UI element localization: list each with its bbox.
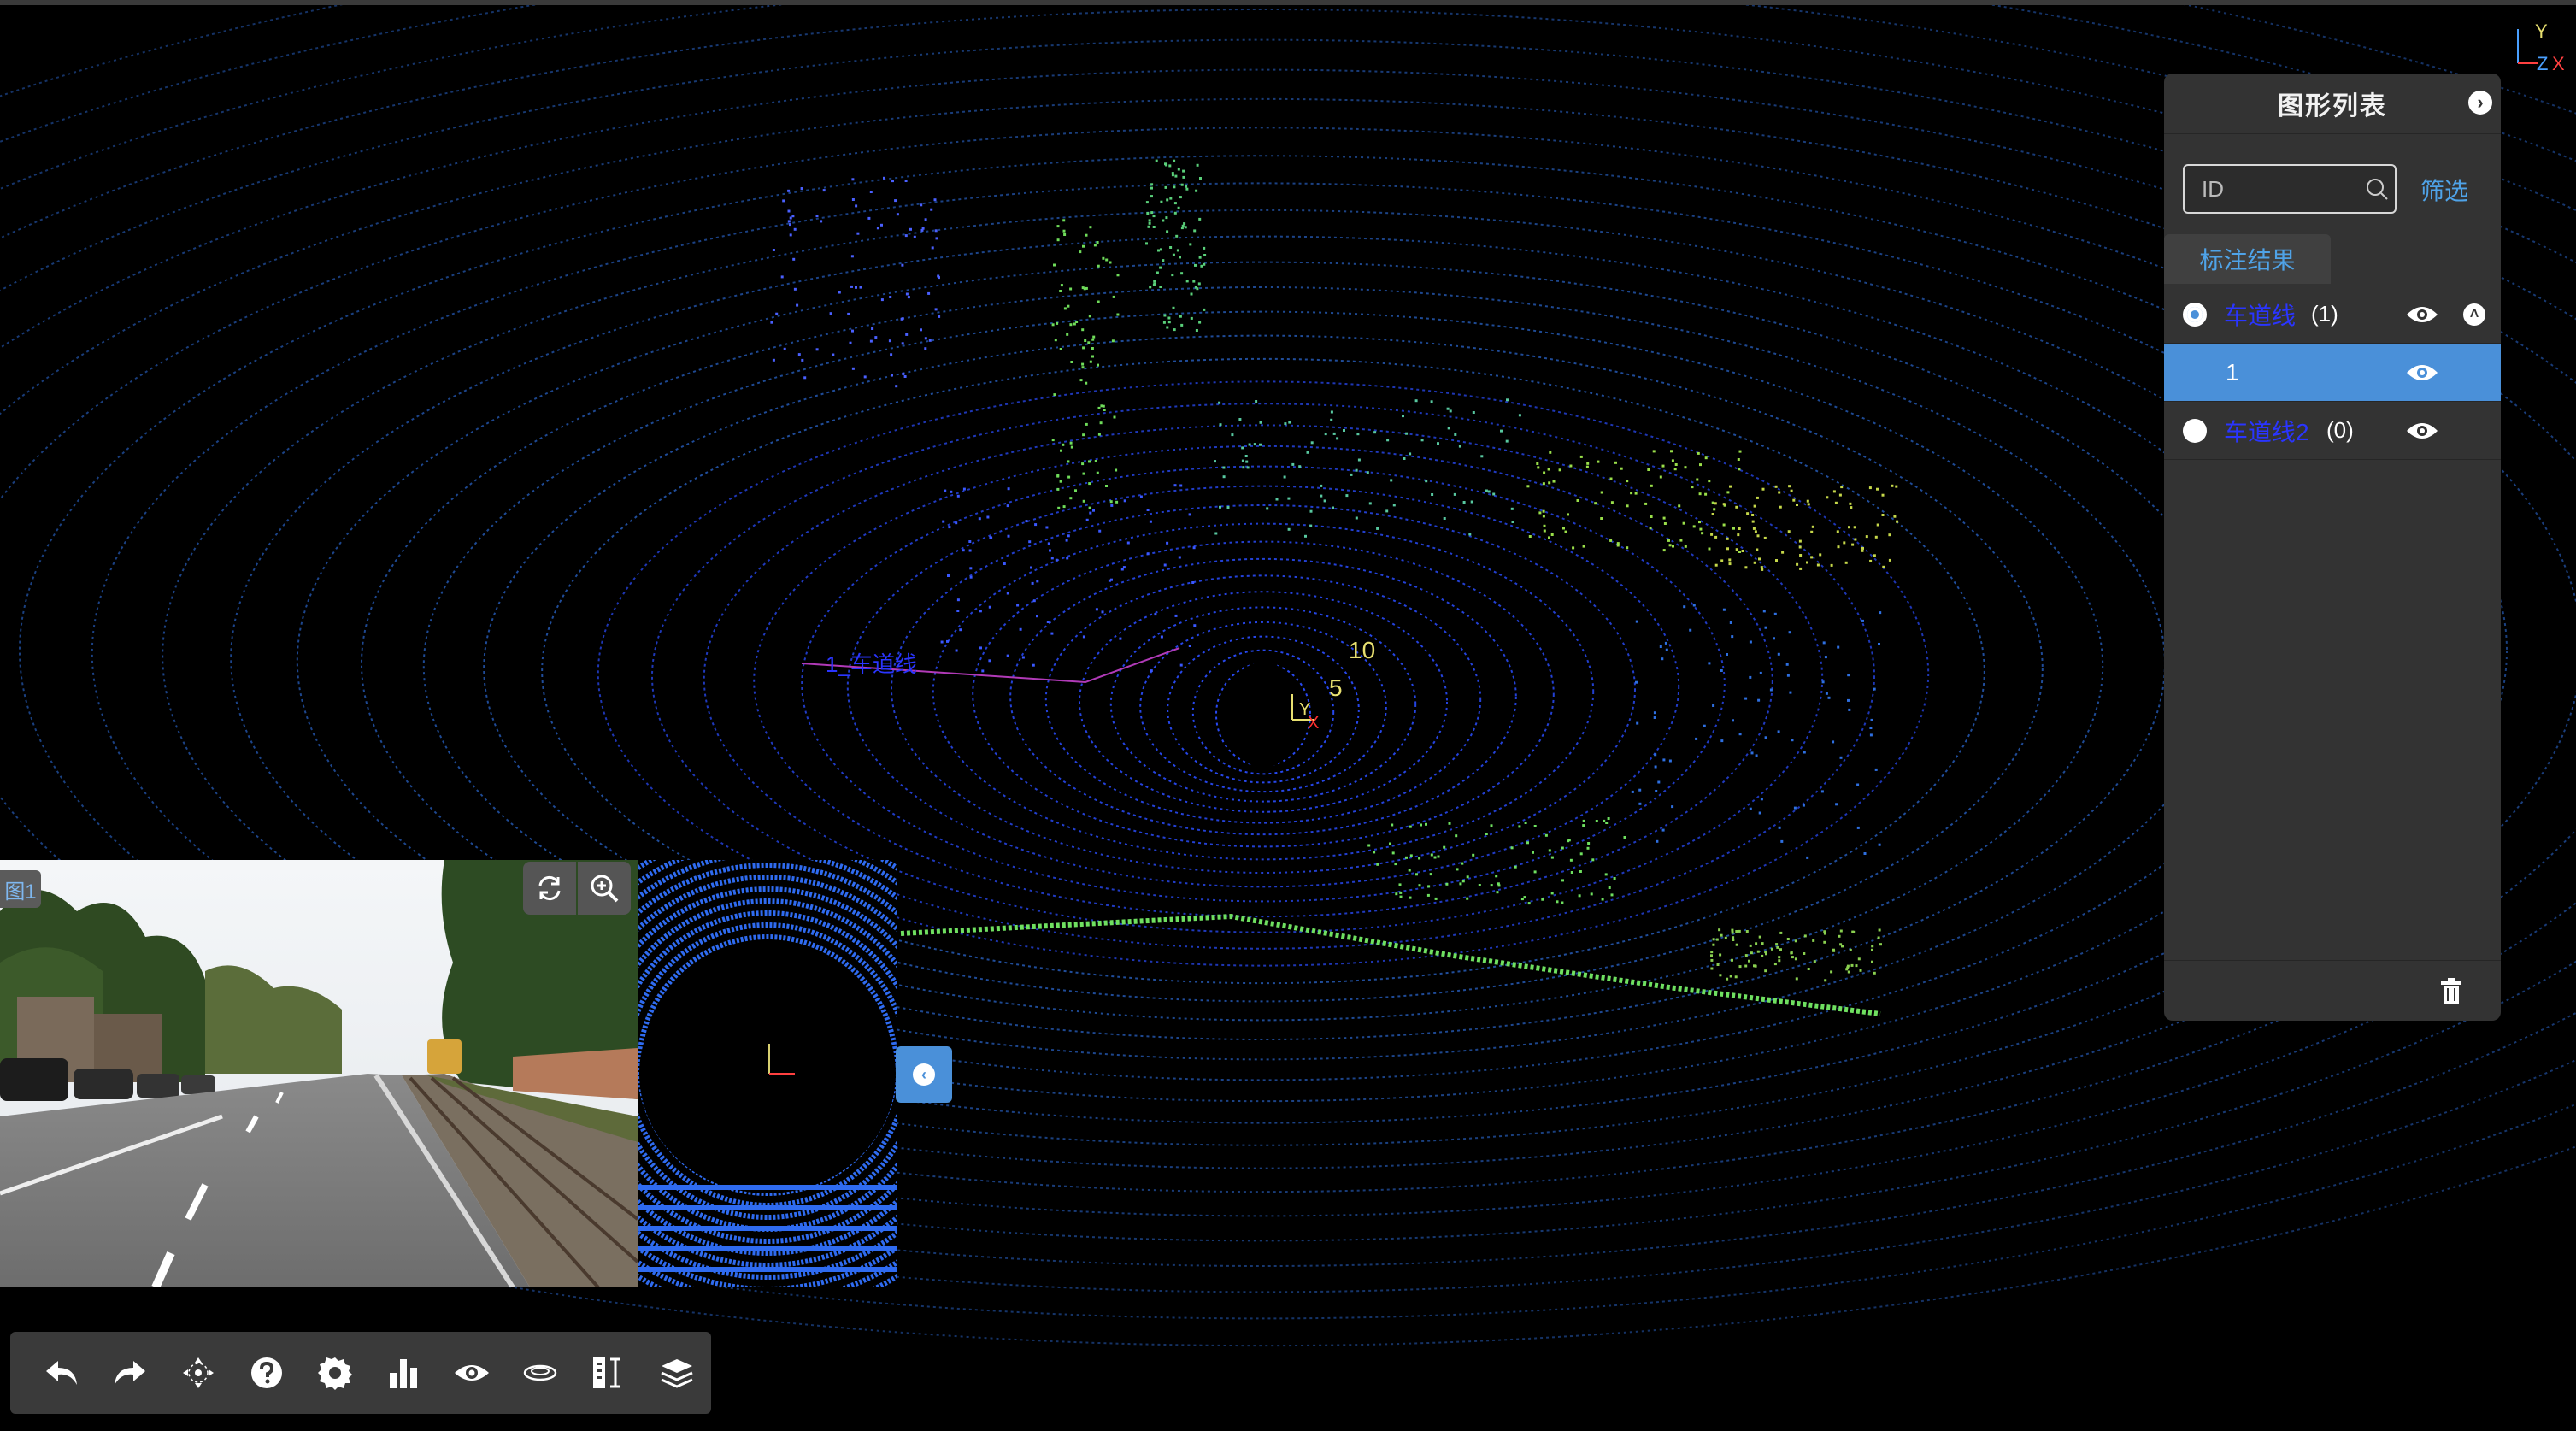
zoom-image-button[interactable] <box>578 862 631 915</box>
panel-footer <box>2164 960 2501 1021</box>
trash-icon[interactable] <box>2438 976 2465 1005</box>
statistics-button[interactable] <box>369 1339 438 1407</box>
settings-button[interactable] <box>301 1339 369 1407</box>
top-view-panel[interactable] <box>638 860 897 1287</box>
axis-z-label: Z <box>2537 53 2549 74</box>
ruler-icon <box>593 1357 620 1388</box>
category-count: (0) <box>2326 417 2354 443</box>
panel-collapse-button[interactable]: › <box>2468 91 2492 115</box>
lidar-points <box>770 159 1899 982</box>
eye-icon <box>455 1365 489 1381</box>
help-icon <box>251 1357 282 1388</box>
ego-vehicle-blank <box>1226 662 1301 768</box>
search-icon[interactable] <box>2364 176 2390 202</box>
lane-annotation-label[interactable]: 1_车道线 <box>826 651 917 677</box>
rotate-icon <box>538 875 561 901</box>
ring-icon <box>523 1364 557 1381</box>
category-radio[interactable] <box>2183 418 2207 443</box>
undo-button[interactable] <box>27 1339 96 1407</box>
settings-icon <box>318 1357 352 1390</box>
chart-icon <box>390 1359 417 1388</box>
collapse-side-button[interactable]: ‹ <box>896 1046 952 1103</box>
category-row-lane[interactable]: 车道线 (1) ˄ <box>2164 286 2501 344</box>
top-view-canvas <box>638 860 897 1287</box>
search-row: ID 筛选 <box>2183 164 2491 215</box>
camera-label: 图1 <box>0 870 41 908</box>
undo-icon <box>46 1361 77 1385</box>
move-button[interactable] <box>164 1339 232 1407</box>
bottom-toolbar <box>10 1332 711 1414</box>
move-icon <box>183 1357 214 1388</box>
origin-y-label: Y <box>1299 700 1310 719</box>
camera-image[interactable] <box>0 860 638 1287</box>
eye-icon[interactable] <box>2405 419 2439 443</box>
tab-annotation-results[interactable]: 标注结果 <box>2164 234 2331 284</box>
category-count: (1) <box>2311 301 2338 327</box>
lane-item-row[interactable]: 1 <box>2164 344 2501 402</box>
axis-x-label: X <box>2552 53 2565 74</box>
measure-button[interactable] <box>574 1339 643 1407</box>
ring-label-10: 10 <box>1349 637 1375 663</box>
eye-icon[interactable] <box>2405 361 2439 385</box>
category-name: 车道线 <box>2224 302 2297 329</box>
category-list: 车道线 (1) ˄ 1 车道线2 (0) <box>2164 286 2501 460</box>
visibility-button[interactable] <box>438 1339 506 1407</box>
rotate-image-button[interactable] <box>523 862 576 915</box>
category-radio[interactable] <box>2183 302 2207 327</box>
help-button[interactable] <box>232 1339 301 1407</box>
panel-tabs: 标注结果 <box>2164 234 2501 284</box>
ring-label-5: 5 <box>1329 674 1343 701</box>
chevron-left-icon: ‹ <box>913 1063 935 1086</box>
lane-item-id: 1 <box>2226 358 2239 386</box>
ring-button[interactable] <box>506 1339 574 1407</box>
eye-icon[interactable] <box>2405 303 2439 327</box>
filter-button[interactable]: 筛选 <box>2420 173 2468 207</box>
panel-title: 图形列表 <box>2278 92 2387 121</box>
layers-icon <box>661 1359 693 1388</box>
collapse-chevron-icon[interactable]: ˄ <box>2463 303 2485 326</box>
redo-icon <box>115 1361 145 1385</box>
axis-y-label: Y <box>2535 21 2548 42</box>
panel-header: 图形列表 › <box>2164 74 2501 134</box>
street-photo <box>0 860 638 1287</box>
redo-button[interactable] <box>96 1339 164 1407</box>
shape-list-panel: 图形列表 › ID 筛选 标注结果 车道线 (1) ˄ 1 车道线2 (0) <box>2164 74 2501 1021</box>
layers-button[interactable] <box>643 1339 711 1407</box>
zoom-in-icon <box>591 874 619 903</box>
axis-gizmo: Y Z X <box>2513 21 2573 80</box>
category-name: 车道线2 <box>2224 418 2309 445</box>
category-row-lane2[interactable]: 车道线2 (0) <box>2164 402 2501 460</box>
